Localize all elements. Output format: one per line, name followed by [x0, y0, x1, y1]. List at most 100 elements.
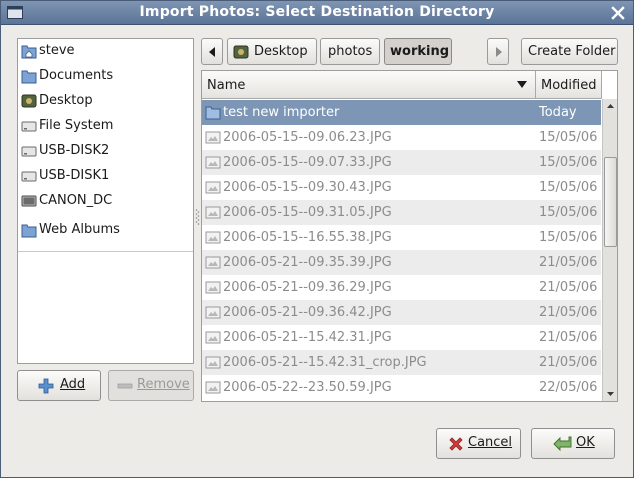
scroll-up-button[interactable]: [603, 99, 617, 114]
file-row[interactable]: 2006-05-15--09.07.33.JPG 15/05/06: [202, 150, 601, 175]
folder-icon: [21, 224, 37, 238]
place-item-usb-disk2[interactable]: USB-DISK2: [18, 139, 193, 163]
desktop-icon: [233, 45, 249, 59]
file-row[interactable]: 2006-05-15--09.30.43.JPG 15/05/06: [202, 175, 601, 200]
file-name: 2006-05-21--15.42.31.JPG: [223, 330, 392, 345]
cancel-button[interactable]: Cancel: [436, 428, 521, 459]
places-sidebar: steve Documents Desktop File System USB-…: [17, 38, 194, 364]
camera-drive-icon: [21, 195, 37, 207]
image-file-icon: [205, 131, 221, 144]
file-row[interactable]: 2006-05-15--16.55.38.JPG 15/05/06: [202, 225, 601, 250]
image-file-icon: [205, 356, 221, 369]
image-file-icon: [205, 331, 221, 344]
place-label: File System: [39, 118, 114, 133]
file-modified: 21/05/06: [539, 355, 598, 370]
arrow-down-icon: [607, 392, 614, 396]
place-item-desktop[interactable]: Desktop: [18, 89, 193, 113]
file-name: test new importer: [223, 105, 340, 120]
add-label: Add: [60, 377, 86, 392]
place-label: Web Albums: [39, 222, 120, 237]
image-file-icon: [205, 181, 221, 194]
file-row[interactable]: 2006-05-21--15.42.31_crop.JPG 21/05/06: [202, 350, 601, 375]
path-segment-label: Desktop: [254, 44, 308, 59]
path-segment-label: working: [390, 44, 450, 59]
path-segment-working[interactable]: working: [384, 38, 452, 65]
place-item-usb-disk1[interactable]: USB-DISK1: [18, 164, 193, 188]
title-bar[interactable]: Import Photos: Select Destination Direct…: [1, 1, 633, 25]
add-button[interactable]: Add: [17, 370, 101, 401]
path-segment-label: photos: [328, 44, 373, 59]
file-name: 2006-05-21--09.36.42.JPG: [223, 305, 392, 320]
ok-arrow-icon: [553, 436, 572, 452]
image-file-icon: [205, 256, 221, 269]
file-row[interactable]: test new importer Today: [202, 100, 601, 125]
create-folder-label: Create Folder: [528, 44, 616, 59]
file-row[interactable]: 2006-05-21--09.36.29.JPG 21/05/06: [202, 275, 601, 300]
drive-icon: [21, 146, 37, 157]
close-icon[interactable]: [610, 5, 626, 21]
file-row[interactable]: 2006-05-21--09.36.42.JPG 21/05/06: [202, 300, 601, 325]
file-row[interactable]: 2006-05-22--23.50.59.JPG 22/05/06: [202, 375, 601, 400]
place-label: USB-DISK1: [39, 168, 110, 183]
place-item-web-albums[interactable]: Web Albums: [18, 218, 193, 242]
file-modified: 21/05/06: [539, 255, 598, 270]
place-label: USB-DISK2: [39, 143, 110, 158]
path-segment-photos[interactable]: photos: [320, 38, 380, 65]
image-file-icon: [205, 206, 221, 219]
image-file-icon: [205, 281, 221, 294]
file-modified: 22/05/06: [539, 380, 598, 395]
path-scroll-left-button[interactable]: [201, 38, 223, 65]
pane-resize-handle[interactable]: [195, 207, 200, 229]
folder-icon: [205, 106, 221, 120]
place-item-steve[interactable]: steve: [18, 39, 193, 63]
image-file-icon: [205, 306, 221, 319]
places-separator: [18, 251, 193, 252]
drive-icon: [21, 121, 37, 132]
file-row[interactable]: 2006-05-21--15.42.31.JPG 21/05/06: [202, 325, 601, 350]
column-header-name[interactable]: Name: [202, 71, 536, 99]
create-folder-button[interactable]: Create Folder: [521, 38, 618, 65]
file-list[interactable]: Name Modified test new importer Today 2006…: [201, 70, 618, 402]
place-label: steve: [39, 43, 75, 58]
file-modified: 15/05/06: [539, 205, 598, 220]
place-label: CANON_DC: [39, 193, 113, 208]
place-label: Documents: [39, 68, 114, 83]
file-name: 2006-05-15--09.31.05.JPG: [223, 205, 392, 220]
vertical-scrollbar[interactable]: [602, 99, 617, 401]
file-row[interactable]: 2006-05-21--09.35.39.JPG 21/05/06: [202, 250, 601, 275]
ok-button[interactable]: OK: [531, 428, 615, 459]
cancel-x-icon: [449, 437, 463, 451]
home-folder-icon: [21, 45, 37, 59]
drive-icon: [21, 171, 37, 182]
remove-button[interactable]: Remove: [108, 370, 194, 401]
file-modified: 21/05/06: [539, 330, 598, 345]
scroll-down-button[interactable]: [603, 386, 617, 401]
file-modified: 21/05/06: [539, 305, 598, 320]
sort-descending-icon: [517, 81, 527, 88]
path-segment-desktop[interactable]: Desktop: [227, 38, 317, 65]
image-file-icon: [205, 231, 221, 244]
path-scroll-right-button[interactable]: [487, 38, 509, 65]
remove-label: Remove: [137, 377, 190, 392]
minus-icon: [117, 383, 133, 389]
arrow-right-icon: [496, 47, 502, 57]
place-item-file-system[interactable]: File System: [18, 114, 193, 138]
file-row[interactable]: 2006-05-15--09.06.23.JPG 15/05/06: [202, 125, 601, 150]
ok-label: OK: [576, 435, 595, 450]
file-name: 2006-05-22--23.50.59.JPG: [223, 380, 392, 395]
file-name: 2006-05-21--15.42.31_crop.JPG: [223, 355, 427, 370]
file-name: 2006-05-15--09.07.33.JPG: [223, 155, 392, 170]
file-modified: 15/05/06: [539, 155, 598, 170]
column-header-modified[interactable]: Modified: [536, 71, 602, 99]
file-row[interactable]: 2006-05-15--09.31.05.JPG 15/05/06: [202, 200, 601, 225]
arrow-left-icon: [209, 47, 215, 57]
place-item-canon-dc[interactable]: CANON_DC: [18, 189, 193, 213]
import-photos-dialog: Import Photos: Select Destination Direct…: [0, 0, 634, 478]
file-modified: 15/05/06: [539, 180, 598, 195]
place-label: Desktop: [39, 93, 93, 108]
file-modified: 15/05/06: [539, 130, 598, 145]
scrollbar-thumb[interactable]: [604, 157, 617, 247]
place-item-documents[interactable]: Documents: [18, 64, 193, 88]
image-file-icon: [205, 156, 221, 169]
arrow-up-icon: [607, 104, 614, 108]
